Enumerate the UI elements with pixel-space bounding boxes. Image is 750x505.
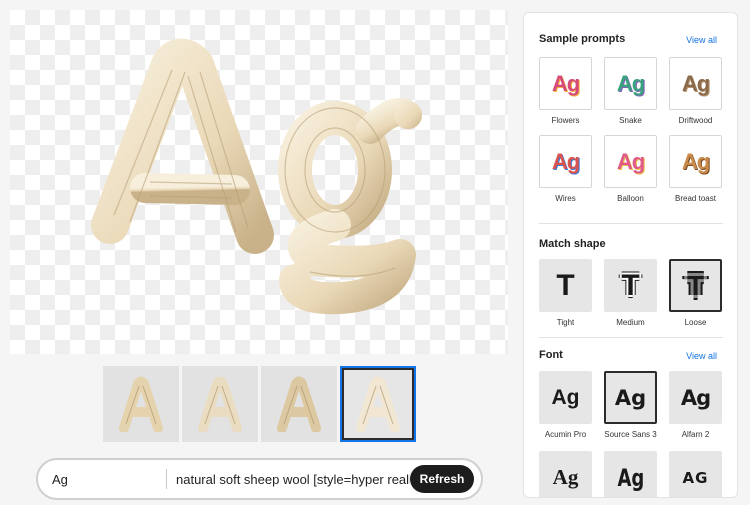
font-acumin-pro[interactable]: Ag Acumin Pro	[539, 371, 592, 439]
sample-glyph: Ag	[681, 148, 710, 174]
shape-label: Medium	[616, 318, 645, 327]
sample-prompt-bread-toast[interactable]: Ag Bread toast	[669, 135, 722, 203]
shape-tile-selected: T	[669, 259, 722, 312]
font-tile: Ag	[539, 451, 592, 497]
match-shape-medium[interactable]: T Medium	[604, 259, 657, 327]
sample-prompt-snake[interactable]: Ag Snake	[604, 57, 657, 125]
sample-tile: Ag	[669, 135, 722, 188]
sample-tile: Ag	[604, 135, 657, 188]
sample-label: Wires	[555, 194, 576, 203]
section-divider	[539, 337, 723, 338]
font-tile: Ag	[669, 371, 722, 424]
app: Ag natural soft sheep wool [style=hyper …	[0, 0, 750, 505]
font-glyph: Ag	[551, 385, 580, 409]
font-alfarn-2[interactable]: Ag Alfarn 2	[669, 371, 722, 439]
sample-tile: Ag	[539, 57, 592, 110]
font-title: Font	[539, 349, 563, 361]
font-glyph: AG	[682, 468, 709, 487]
sample-label: Flowers	[551, 116, 580, 125]
sample-label: Bread toast	[675, 194, 716, 203]
sample-tile: Ag	[669, 57, 722, 110]
variation-thumb-1[interactable]	[103, 366, 179, 442]
sample-glyph: Ag	[616, 70, 645, 96]
shape-label: Loose	[684, 318, 707, 327]
shape-glyph: T	[556, 268, 575, 302]
sample-prompt-wires[interactable]: Ag Wires	[539, 135, 592, 203]
font-tile: AG	[669, 451, 722, 497]
refresh-button[interactable]: Refresh	[410, 465, 474, 493]
wool-a-thumbnail	[198, 376, 242, 432]
variation-thumb-4[interactable]	[340, 366, 416, 442]
font-glyph: Ag	[680, 385, 711, 410]
sample-glyph: Ag	[551, 70, 580, 96]
font-tile: Ag	[539, 371, 592, 424]
font-tile-selected: Ag	[604, 371, 657, 424]
sample-prompt-driftwood[interactable]: Ag Driftwood	[669, 57, 722, 125]
sample-prompts-view-all-link[interactable]: View all	[686, 35, 717, 45]
wool-a-thumbnail	[119, 376, 163, 432]
font-label: Acumin Pro	[544, 430, 587, 439]
font-glyph: Ag	[552, 465, 579, 489]
wool-a-thumbnail	[356, 376, 400, 432]
font-tile: Ag	[604, 451, 657, 497]
sample-tile: Ag	[604, 57, 657, 110]
wool-ag-artwork	[91, 38, 422, 315]
sample-glyph: Ag	[551, 148, 580, 174]
match-shape-tight[interactable]: T Tight	[539, 259, 592, 327]
sample-glyph: Ag	[616, 148, 645, 174]
match-shape-loose[interactable]: T Loose	[669, 259, 722, 327]
sample-prompts-grid: Ag Flowers Ag Snake Ag Driftwood Ag Wire…	[539, 57, 722, 203]
text-effect-preview	[10, 10, 508, 354]
font-option-6[interactable]: AG	[669, 451, 722, 497]
shape-label: Tight	[556, 318, 575, 327]
sample-prompts-title: Sample prompts	[539, 33, 626, 45]
sample-label: Snake	[619, 116, 642, 125]
sample-prompt-balloon[interactable]: Ag Balloon	[604, 135, 657, 203]
font-grid: Ag Acumin Pro Ag Source Sans 3 Ag Alfarn…	[539, 371, 722, 497]
prompt-bar: Ag natural soft sheep wool [style=hyper …	[36, 458, 483, 500]
sample-prompt-flowers[interactable]: Ag Flowers	[539, 57, 592, 125]
shape-glyph: T	[621, 268, 640, 302]
wool-a-thumbnail	[277, 376, 321, 432]
match-shape-title: Match shape	[539, 238, 606, 250]
font-label: Source Sans 3	[604, 430, 657, 439]
section-divider	[539, 223, 723, 224]
font-label: Alfarn 2	[681, 430, 710, 439]
prompt-input[interactable]: natural soft sheep wool [style=hyper rea…	[167, 472, 410, 487]
font-option-5[interactable]: Ag	[604, 451, 657, 497]
sample-label: Driftwood	[678, 116, 713, 125]
font-view-all-link[interactable]: View all	[686, 351, 717, 361]
variation-thumb-3[interactable]	[261, 366, 337, 442]
shape-glyph: T	[686, 269, 705, 301]
match-shape-grid: T Tight T Medium T Loose	[539, 259, 722, 327]
options-panel: Sample prompts View all Ag Flowers Ag Sn…	[523, 12, 738, 498]
shape-tile: T	[604, 259, 657, 312]
text-input[interactable]: Ag	[38, 472, 166, 487]
font-option-4[interactable]: Ag	[539, 451, 592, 497]
shape-tile: T	[539, 259, 592, 312]
sample-tile: Ag	[539, 135, 592, 188]
variation-thumbnails	[103, 366, 416, 442]
font-source-sans-3[interactable]: Ag Source Sans 3	[604, 371, 657, 439]
sample-glyph: Ag	[681, 70, 710, 96]
font-glyph: Ag	[617, 463, 644, 492]
variation-thumb-2[interactable]	[182, 366, 258, 442]
font-glyph: Ag	[614, 385, 647, 410]
sample-label: Balloon	[617, 194, 644, 203]
